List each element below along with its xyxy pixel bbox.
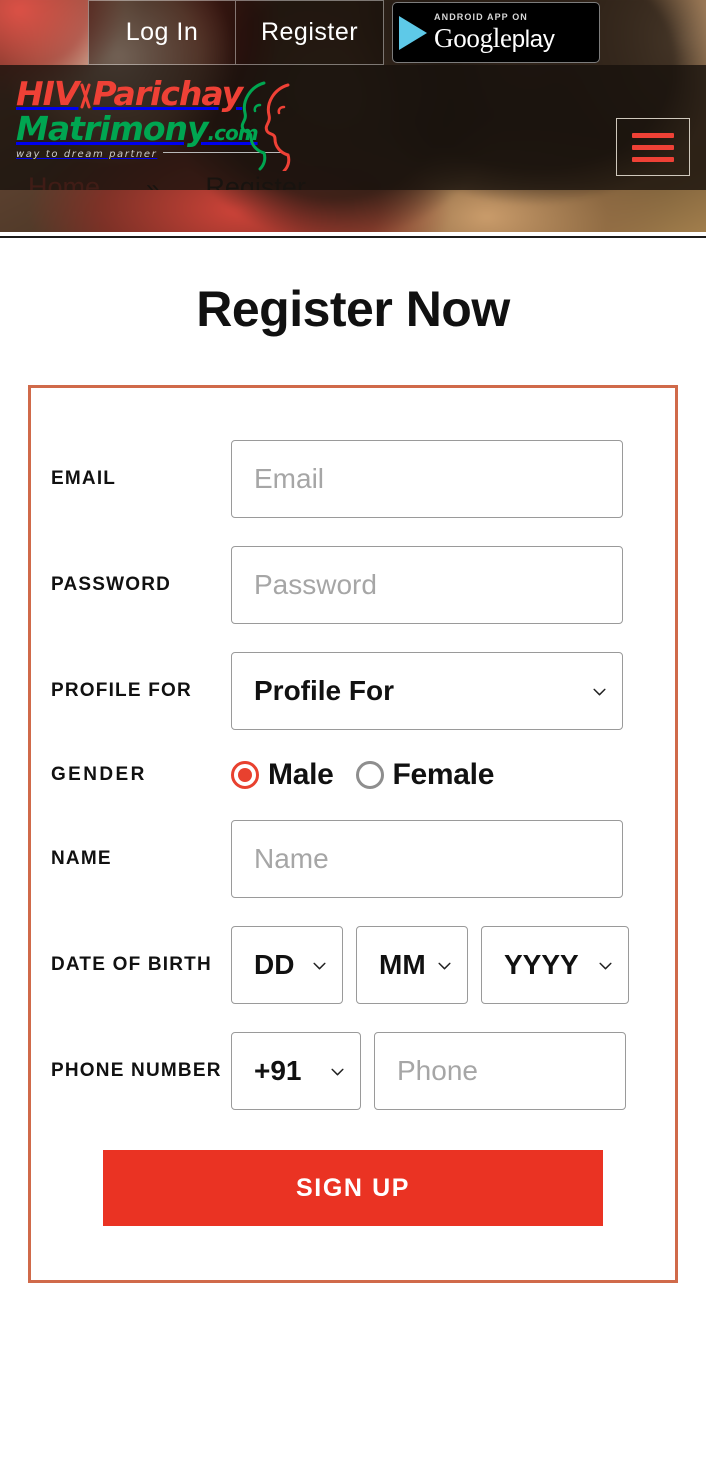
hamburger-bar-1	[632, 132, 674, 138]
hamburger-bar-3	[632, 156, 674, 162]
google-play-eyebrow: ANDROID APP ON	[434, 12, 528, 22]
profile-for-control: Profile For	[231, 652, 655, 730]
awareness-ribbon-icon	[79, 83, 91, 109]
date-of-birth-row: DATE OF BIRTH DD MM YYYY	[51, 926, 655, 1004]
hero-overlap-background	[0, 190, 706, 232]
hero-overlap-strip	[0, 190, 706, 232]
site-logo[interactable]: HIV Parichay Matrimony.com way to dream p…	[16, 77, 306, 175]
profile-for-row: PROFILE FOR Profile For	[51, 652, 655, 730]
email-input[interactable]	[231, 440, 623, 518]
date-of-birth-label: DATE OF BIRTH	[51, 954, 212, 975]
dob-day-value: DD	[254, 949, 295, 980]
google-play-icon	[399, 15, 427, 50]
dob-month-value: MM	[379, 949, 426, 980]
login-button[interactable]: Log In	[88, 0, 236, 65]
country-code-value: +91	[254, 1055, 302, 1086]
phone-number-control: +91	[231, 1032, 655, 1110]
name-row: NAME	[51, 820, 655, 898]
registration-form-card: EMAIL PASSWORD PROFILE FOR Profile For	[28, 385, 678, 1283]
name-label: NAME	[51, 848, 112, 869]
main-content: Register Now EMAIL PASSWORD PROFILE FOR …	[0, 240, 706, 1467]
top-utility-bar: Log In Register ANDROID APP ON Googlepla…	[0, 0, 706, 65]
gender-option-male[interactable]: Male	[231, 758, 334, 792]
gender-female-label: Female	[392, 758, 495, 791]
hamburger-menu-button[interactable]	[616, 118, 690, 176]
gender-radio-group: Male Female	[231, 758, 494, 792]
phone-input[interactable]	[374, 1032, 626, 1110]
email-control	[231, 440, 655, 518]
google-play-brand: Google	[434, 23, 512, 53]
gender-label: GENDER	[51, 764, 147, 785]
profile-for-select[interactable]: Profile For	[231, 652, 623, 730]
google-play-badge[interactable]: ANDROID APP ON Googleplay	[392, 2, 600, 63]
page-title: Register Now	[196, 281, 510, 337]
hero-overlap-image	[0, 190, 706, 232]
logo-matrimony-text: Matrimony	[16, 109, 209, 148]
phone-number-label: PHONE NUMBER	[51, 1060, 222, 1081]
couple-faces-icon	[240, 81, 291, 171]
name-input[interactable]	[231, 820, 623, 898]
google-play-store: play	[511, 26, 555, 53]
phone-number-row: PHONE NUMBER +91	[51, 1032, 655, 1110]
country-code-select[interactable]: +91	[231, 1032, 361, 1110]
chevron-down-icon	[329, 1063, 346, 1080]
date-of-birth-control: DD MM YYYY	[231, 926, 655, 1004]
chevron-down-icon	[436, 957, 453, 974]
gender-male-label: Male	[268, 758, 334, 791]
chevron-down-icon	[597, 957, 614, 974]
email-row: EMAIL	[51, 440, 655, 518]
dob-month-select[interactable]: MM	[356, 926, 468, 1004]
password-control	[231, 546, 655, 624]
hamburger-bar-2	[632, 144, 674, 150]
register-page: Log In Register ANDROID APP ON Googlepla…	[0, 0, 706, 1467]
register-button[interactable]: Register	[236, 0, 384, 65]
logo-band: HIV Parichay Matrimony.com way to dream p…	[0, 65, 706, 190]
gender-option-female[interactable]: Female	[355, 758, 495, 792]
email-label: EMAIL	[51, 468, 117, 489]
profile-for-label: PROFILE FOR	[51, 680, 192, 701]
gender-row: GENDER Male Female	[51, 758, 655, 792]
logo-hiv-text: HIV	[16, 74, 79, 113]
password-input[interactable]	[231, 546, 623, 624]
radio-male-icon	[231, 761, 259, 789]
google-play-wordmark: Googleplay	[434, 25, 555, 52]
gender-control: Male Female	[231, 758, 655, 792]
profile-for-value: Profile For	[254, 675, 395, 706]
chevron-down-icon	[311, 957, 328, 974]
sign-up-button[interactable]: SIGN UP	[103, 1150, 603, 1226]
password-row: PASSWORD	[51, 546, 655, 624]
dob-year-select[interactable]: YYYY	[481, 926, 629, 1004]
dob-year-value: YYYY	[504, 949, 579, 980]
google-play-text: ANDROID APP ON Googleplay	[434, 13, 555, 52]
submit-row: SIGN UP	[51, 1150, 655, 1226]
password-label: PASSWORD	[51, 574, 172, 595]
logo-parichay-text: Parichay	[92, 74, 243, 113]
chevron-down-icon	[591, 683, 608, 700]
dob-day-select[interactable]: DD	[231, 926, 343, 1004]
radio-female-icon	[355, 761, 384, 789]
name-control	[231, 820, 655, 898]
